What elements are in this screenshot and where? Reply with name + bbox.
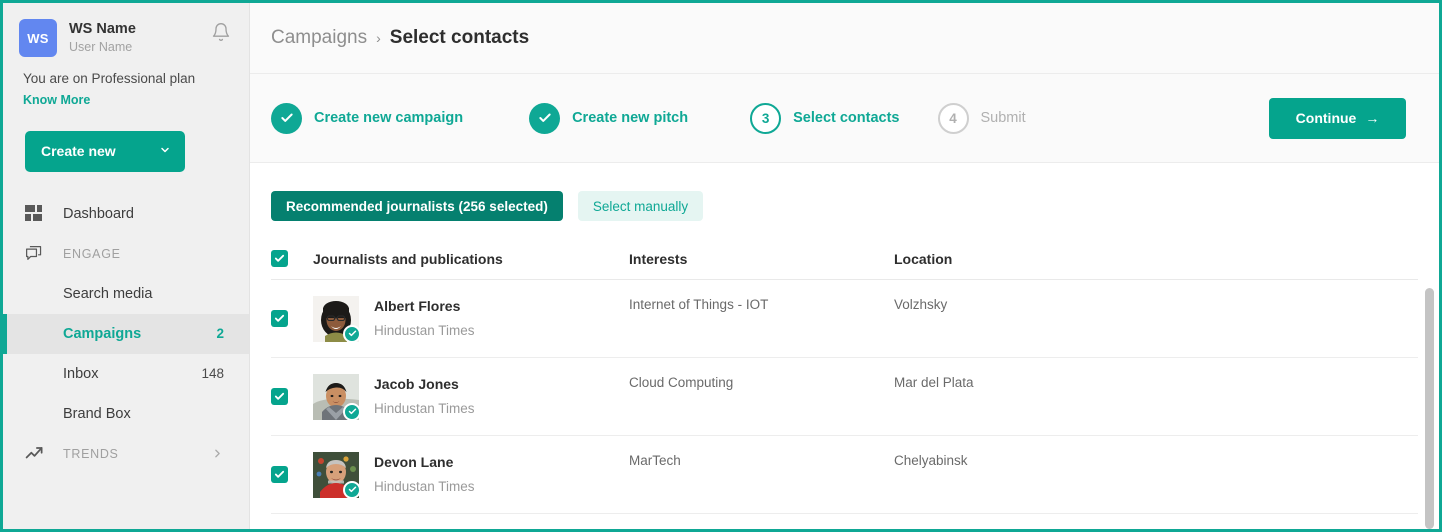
content-area: Recommended journalists (256 selected) S… bbox=[250, 163, 1439, 529]
journalist-cell: Devon Lane Hindustan Times bbox=[288, 451, 629, 499]
breadcrumb-parent[interactable]: Campaigns bbox=[271, 27, 367, 49]
sidebar: WS WS Name User Name You are on Professi… bbox=[3, 3, 250, 529]
arrow-right-icon: → bbox=[1365, 110, 1380, 126]
chevron-down-icon bbox=[159, 143, 171, 159]
chevron-right-icon bbox=[211, 447, 224, 460]
workspace-user-name: User Name bbox=[69, 40, 133, 55]
step-label: Create new campaign bbox=[314, 110, 464, 126]
sidebar-section-trends[interactable]: TRENDS bbox=[3, 434, 249, 474]
avatar bbox=[313, 451, 361, 499]
step-create-new-pitch[interactable]: Create new pitch bbox=[529, 102, 689, 134]
step-create-new-campaign[interactable]: Create new campaign bbox=[271, 102, 464, 134]
trend-up-icon bbox=[25, 444, 47, 463]
sidebar-item-inbox[interactable]: Inbox 148 bbox=[3, 354, 249, 394]
interests-cell: MarTech bbox=[629, 453, 681, 468]
table-row[interactable]: Jacob Jones Hindustan Times Cloud Comput… bbox=[271, 358, 1418, 436]
verified-badge-icon bbox=[343, 480, 361, 499]
sidebar-item-count: 148 bbox=[201, 366, 224, 382]
sidebar-section-label: ENGAGE bbox=[63, 246, 121, 261]
sidebar-item-label: Campaigns bbox=[63, 325, 142, 342]
location-cell: Volzhsky bbox=[894, 297, 948, 312]
breadcrumb-separator-icon: › bbox=[376, 30, 381, 46]
journalist-cell: Jacob Jones Hindustan Times bbox=[288, 373, 629, 421]
continue-button[interactable]: Continue → bbox=[1269, 97, 1406, 139]
main-panel: Campaigns › Select contacts Create new c… bbox=[250, 3, 1439, 529]
avatar bbox=[313, 373, 361, 421]
create-new-label: Create new bbox=[41, 143, 116, 160]
workspace-avatar: WS bbox=[19, 19, 57, 57]
select-all-checkbox[interactable] bbox=[271, 250, 288, 267]
journalist-publication: Hindustan Times bbox=[374, 401, 475, 417]
sidebar-item-dashboard[interactable]: Dashboard bbox=[3, 194, 249, 234]
journalist-publication: Hindustan Times bbox=[374, 479, 475, 495]
verified-badge-icon bbox=[343, 324, 361, 343]
column-header-interests: Interests bbox=[629, 250, 688, 267]
breadcrumb: Campaigns › Select contacts bbox=[250, 3, 1439, 74]
journalist-cell: Albert Flores Hindustan Times bbox=[288, 295, 629, 343]
row-checkbox[interactable] bbox=[271, 388, 288, 405]
know-more-link[interactable]: Know More bbox=[23, 93, 90, 107]
workspace-header: WS WS Name User Name bbox=[3, 3, 249, 57]
step-marker-number: 3 bbox=[750, 102, 782, 134]
app-window: WS WS Name User Name You are on Professi… bbox=[0, 0, 1442, 532]
plan-text: You are on Professional plan bbox=[23, 71, 196, 86]
avatar bbox=[313, 295, 361, 343]
journalist-publication: Hindustan Times bbox=[374, 323, 475, 339]
sidebar-item-label: Inbox bbox=[63, 365, 99, 382]
journalist-meta: Jacob Jones Hindustan Times bbox=[374, 375, 475, 418]
table-row[interactable]: Albert Flores Hindustan Times Internet o… bbox=[271, 280, 1418, 358]
step-label: Submit bbox=[980, 110, 1026, 126]
location-cell: Chelyabinsk bbox=[894, 453, 968, 468]
vertical-scrollbar[interactable] bbox=[1425, 288, 1434, 529]
step-label: Select contacts bbox=[793, 110, 900, 126]
step-marker-check-icon bbox=[271, 102, 302, 134]
dashboard-grid-icon bbox=[25, 205, 47, 222]
tab-recommended-journalists[interactable]: Recommended journalists (256 selected) bbox=[271, 191, 563, 221]
tab-select-manually[interactable]: Select manually bbox=[577, 191, 704, 221]
workspace-name: WS Name bbox=[69, 21, 136, 37]
sidebar-section-engage[interactable]: ENGAGE bbox=[3, 234, 249, 274]
location-cell: Mar del Plata bbox=[894, 375, 974, 390]
sidebar-item-label: Brand Box bbox=[63, 405, 131, 422]
column-header-location: Location bbox=[894, 250, 953, 267]
step-marker-number: 4 bbox=[937, 102, 969, 134]
step-submit[interactable]: 4 Submit bbox=[937, 102, 1026, 134]
sidebar-item-campaigns[interactable]: Campaigns 2 bbox=[3, 313, 249, 354]
wizard-stepper: Create new campaign Create new pitch 3 S… bbox=[250, 74, 1439, 163]
create-new-button[interactable]: Create new bbox=[25, 130, 185, 172]
bell-icon[interactable] bbox=[209, 20, 233, 44]
table-row[interactable]: Devon Lane Hindustan Times MarTech Chely… bbox=[271, 436, 1418, 514]
journalist-name: Albert Flores bbox=[374, 298, 461, 315]
table-header: Journalists and publications Interests L… bbox=[271, 250, 1418, 280]
journalist-meta: Albert Flores Hindustan Times bbox=[374, 297, 475, 340]
sidebar-item-label: Dashboard bbox=[63, 205, 134, 222]
sidebar-item-count: 2 bbox=[216, 326, 224, 342]
interests-cell: Cloud Computing bbox=[629, 375, 734, 390]
sidebar-item-label: Search media bbox=[63, 285, 153, 302]
step-marker-check-icon bbox=[529, 102, 561, 134]
sidebar-item-brand-box[interactable]: Brand Box bbox=[3, 394, 249, 434]
sidebar-item-search-media[interactable]: Search media bbox=[3, 274, 249, 314]
step-label: Create new pitch bbox=[572, 110, 689, 126]
step-select-contacts[interactable]: 3 Select contacts bbox=[750, 102, 900, 134]
journalist-name: Devon Lane bbox=[374, 454, 454, 471]
interests-cell: Internet of Things - IOT bbox=[629, 297, 769, 312]
sidebar-section-label: TRENDS bbox=[63, 446, 119, 461]
column-header-journalists: Journalists and publications bbox=[313, 250, 503, 267]
contact-source-tabs: Recommended journalists (256 selected) S… bbox=[271, 191, 1439, 221]
plan-block: You are on Professional plan Know More bbox=[3, 57, 249, 109]
row-checkbox[interactable] bbox=[271, 466, 288, 483]
journalist-name: Jacob Jones bbox=[374, 376, 459, 393]
continue-label: Continue bbox=[1295, 110, 1357, 126]
journalist-meta: Devon Lane Hindustan Times bbox=[374, 453, 475, 496]
workspace-text: WS Name User Name bbox=[69, 19, 197, 57]
row-checkbox[interactable] bbox=[271, 310, 288, 327]
sidebar-nav: Dashboard ENGAGE Search media Campaigns … bbox=[3, 194, 249, 474]
chat-bubble-icon bbox=[25, 245, 47, 263]
page-title: Select contacts bbox=[389, 27, 530, 48]
verified-badge-icon bbox=[343, 402, 361, 421]
